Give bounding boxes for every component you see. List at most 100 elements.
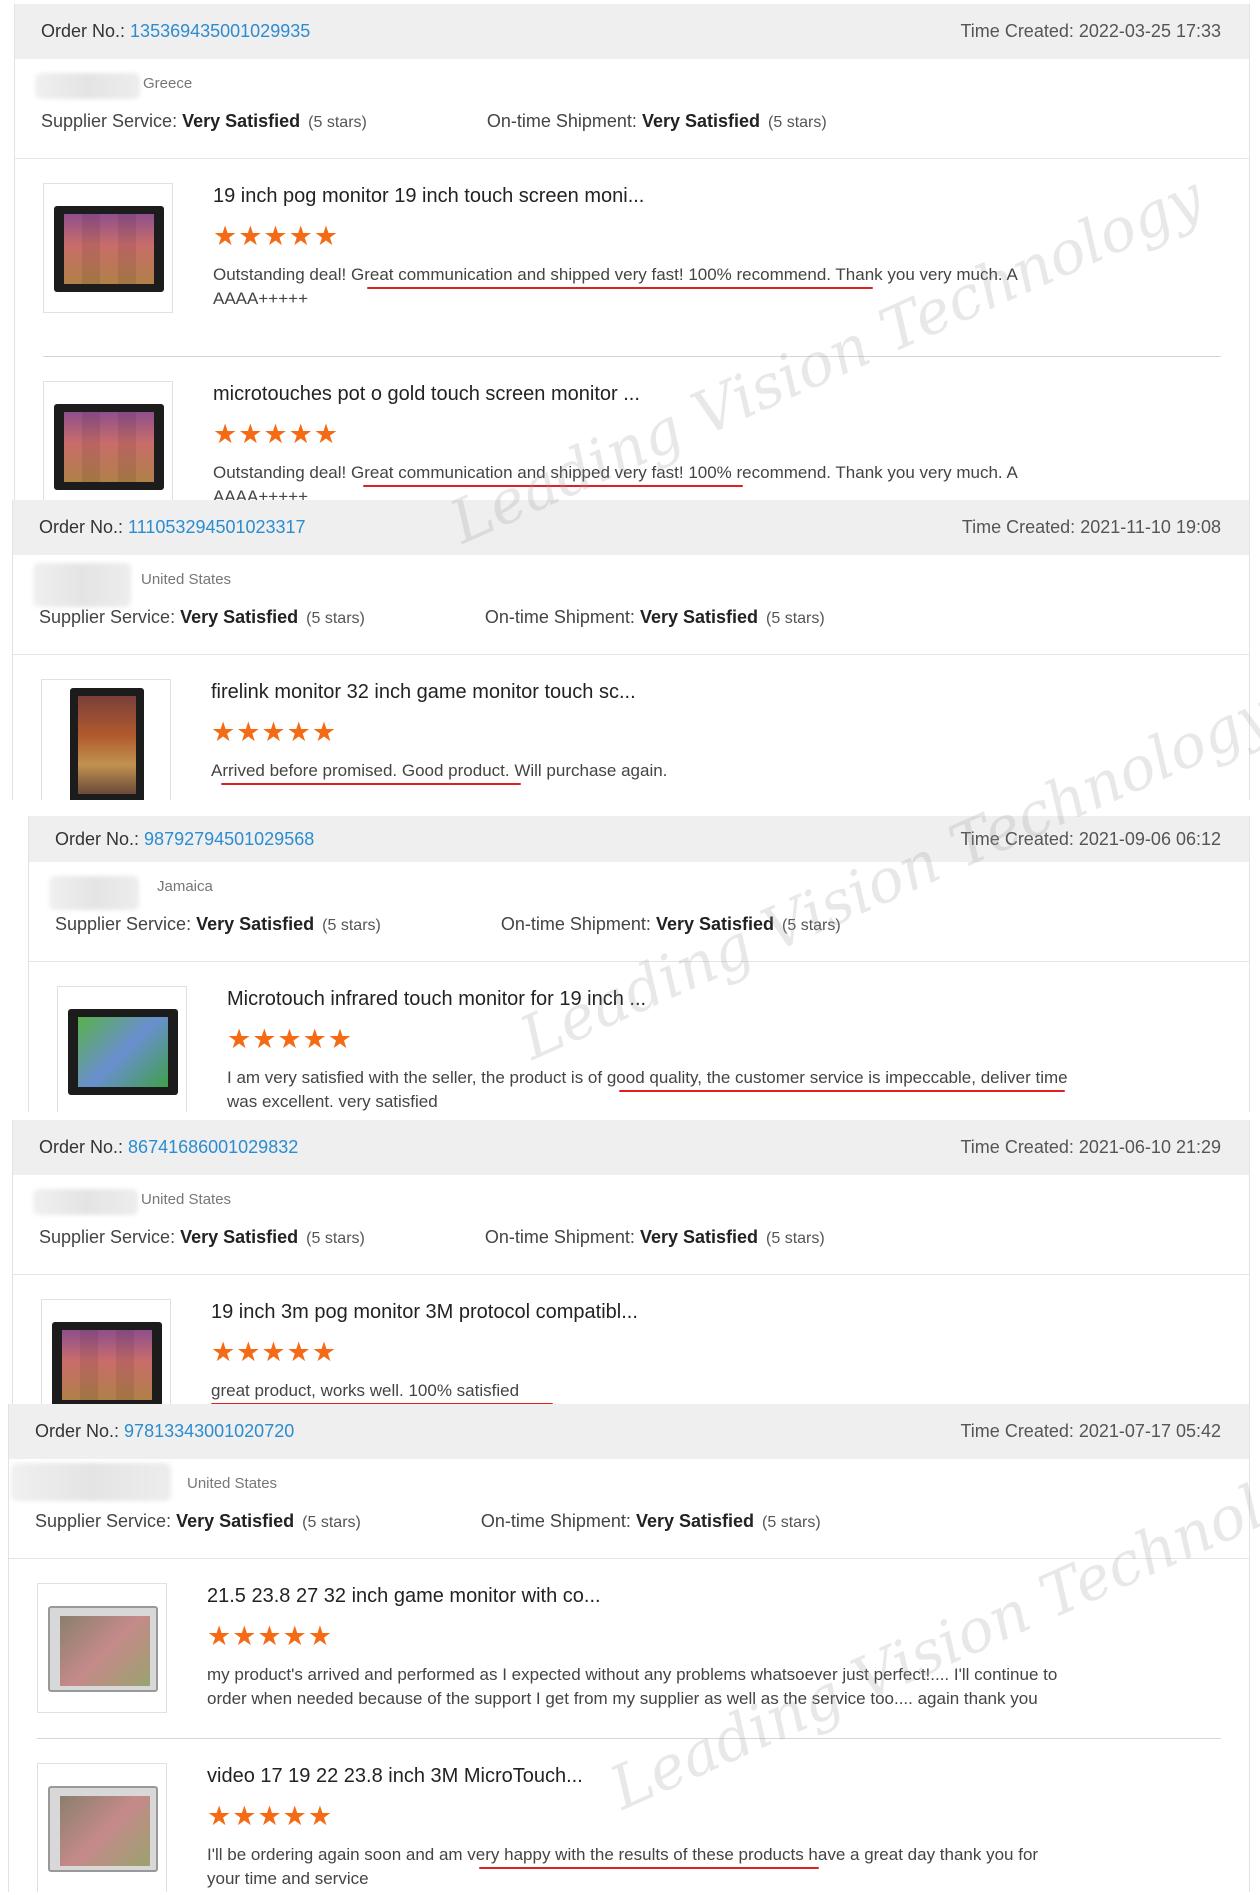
order-header: Order No.: 86741686001029832 Time Create… xyxy=(13,1120,1249,1175)
buyer-country: United States xyxy=(141,571,232,588)
supplier-service-rating: Very Satisfied xyxy=(182,111,301,131)
shipment-label: On-time Shipment: xyxy=(500,914,651,934)
supplier-stars-count: (5 stars) xyxy=(306,1230,365,1247)
order-header: Order No.: 97813343001020720 Time Create… xyxy=(9,1404,1249,1459)
buyer-info: United States Supplier Service: Very Sat… xyxy=(9,1459,1249,1559)
order-header: Order No.: 98792794501029568 Time Create… xyxy=(29,816,1249,862)
product-thumbnail[interactable] xyxy=(43,381,173,500)
order-number-link[interactable]: 98792794501029568 xyxy=(144,829,314,849)
order-no-label: Order No.: xyxy=(39,1137,124,1157)
order-card: Order No.: 98792794501029568 Time Create… xyxy=(28,816,1250,1112)
buyer-country: United States xyxy=(141,1191,232,1208)
product-review: firelink monitor 32 inch game monitor to… xyxy=(13,655,1249,800)
product-title[interactable]: microtouches pot o gold touch screen mon… xyxy=(213,383,640,406)
product-thumbnail[interactable] xyxy=(37,1583,167,1713)
rating-stars-icon: ★★★★★ xyxy=(211,717,338,747)
buyer-country: Jamaica xyxy=(157,878,213,895)
buyer-name-blurred xyxy=(33,1189,138,1215)
review-text: my product's arrived and performed as I … xyxy=(207,1665,1058,1708)
buyer-country: United States xyxy=(187,1475,278,1492)
buyer-name-blurred xyxy=(11,1463,171,1501)
time-created-value: 2021-06-10 21:29 xyxy=(1078,1137,1221,1157)
order-header: Order No.: 111053294501023317 Time Creat… xyxy=(13,500,1249,555)
supplier-service-label: Supplier Service: xyxy=(39,607,176,627)
buyer-name-blurred xyxy=(35,73,140,99)
ratings-row: Supplier Service: Very Satisfied (5 stars… xyxy=(55,914,841,935)
order-number-link[interactable]: 111053294501023317 xyxy=(128,517,306,537)
time-created-label: Time Created: xyxy=(961,517,1076,537)
buyer-info: United States Supplier Service: Very Sat… xyxy=(13,1175,1249,1275)
time-created-value: 2021-11-10 19:08 xyxy=(1080,517,1221,537)
order-number-link[interactable]: 86741686001029832 xyxy=(128,1137,298,1157)
product-title[interactable]: 19 inch pog monitor 19 inch touch screen… xyxy=(213,185,644,208)
order-card: Order No.: 97813343001020720 Time Create… xyxy=(8,1404,1250,1892)
product-title[interactable]: video 17 19 22 23.8 inch 3M MicroTouch..… xyxy=(207,1765,583,1788)
buyer-info: United States Supplier Service: Very Sat… xyxy=(13,555,1249,655)
product-thumbnail[interactable] xyxy=(41,1299,171,1404)
shipment-stars-count: (5 stars) xyxy=(766,1230,825,1247)
product-title[interactable]: Microtouch infrared touch monitor for 19… xyxy=(227,988,646,1011)
shipment-rating: Very Satisfied xyxy=(641,111,761,131)
ratings-row: Supplier Service: Very Satisfied (5 stars… xyxy=(41,111,827,132)
time-created-value: 2021-09-06 06:12 xyxy=(1078,828,1221,849)
buyer-info: Greece Supplier Service: Very Satisfied (… xyxy=(15,59,1249,159)
supplier-stars-count: (5 stars) xyxy=(306,610,365,627)
time-created-value: 2022-03-25 17:33 xyxy=(1078,21,1221,41)
product-title[interactable]: 21.5 23.8 27 32 inch game monitor with c… xyxy=(207,1585,601,1608)
supplier-service-label: Supplier Service: xyxy=(39,1227,176,1247)
rating-stars-icon: ★★★★★ xyxy=(207,1621,334,1651)
supplier-service-rating: Very Satisfied xyxy=(196,914,315,934)
time-created-value: 2021-07-17 05:42 xyxy=(1078,1421,1221,1441)
order-no-label: Order No.: xyxy=(55,828,140,849)
highlight-underline xyxy=(221,783,521,785)
time-created-label: Time Created: xyxy=(960,1137,1074,1157)
shipment-stars-count: (5 stars) xyxy=(766,610,825,627)
ratings-row: Supplier Service: Very Satisfied (5 stars… xyxy=(39,607,825,628)
product-title[interactable]: firelink monitor 32 inch game monitor to… xyxy=(211,681,636,704)
review-text: I am very satisfied with the seller, the… xyxy=(227,1068,1068,1111)
time-created-label: Time Created: xyxy=(960,1421,1074,1441)
product-review: 21.5 23.8 27 32 inch game monitor with c… xyxy=(9,1559,1249,1739)
supplier-service-label: Supplier Service: xyxy=(55,914,192,934)
product-review: 19 inch pog monitor 19 inch touch screen… xyxy=(15,159,1249,357)
supplier-service-rating: Very Satisfied xyxy=(176,1511,295,1531)
shipment-label: On-time Shipment: xyxy=(484,1227,635,1247)
highlight-underline xyxy=(363,485,743,487)
review-text: Arrived before promised. Good product. W… xyxy=(211,761,668,780)
shipment-rating: Very Satisfied xyxy=(639,1227,759,1247)
order-no-label: Order No.: xyxy=(39,517,124,537)
rating-stars-icon: ★★★★★ xyxy=(213,221,340,251)
supplier-stars-count: (5 stars) xyxy=(308,114,367,131)
product-thumbnail[interactable] xyxy=(57,986,187,1112)
product-title[interactable]: 19 inch 3m pog monitor 3M protocol compa… xyxy=(211,1301,638,1324)
rating-stars-icon: ★★★★★ xyxy=(213,419,340,449)
order-no-label: Order No.: xyxy=(41,21,126,41)
order-number-link[interactable]: 97813343001020720 xyxy=(124,1421,294,1441)
order-header: Order No.: 135369435001029935 Time Creat… xyxy=(15,4,1249,59)
order-card: Order No.: 135369435001029935 Time Creat… xyxy=(14,4,1250,500)
supplier-stars-count: (5 stars) xyxy=(302,1514,361,1531)
shipment-rating: Very Satisfied xyxy=(635,1511,755,1531)
product-review: microtouches pot o gold touch screen mon… xyxy=(15,357,1249,500)
product-review: Microtouch infrared touch monitor for 19… xyxy=(29,962,1249,1112)
buyer-info: Jamaica Supplier Service: Very Satisfied… xyxy=(29,862,1249,962)
shipment-label: On-time Shipment: xyxy=(486,111,637,131)
buyer-name-blurred xyxy=(33,563,131,607)
order-number-link[interactable]: 135369435001029935 xyxy=(130,21,310,41)
ratings-row: Supplier Service: Very Satisfied (5 stars… xyxy=(35,1511,821,1532)
rating-stars-icon: ★★★★★ xyxy=(207,1801,334,1831)
product-thumbnail[interactable] xyxy=(43,183,173,313)
supplier-service-label: Supplier Service: xyxy=(35,1511,172,1531)
supplier-service-rating: Very Satisfied xyxy=(180,1227,299,1247)
time-created-label: Time Created: xyxy=(960,828,1074,849)
product-review: video 17 19 22 23.8 inch 3M MicroTouch..… xyxy=(9,1739,1249,1892)
ratings-row: Supplier Service: Very Satisfied (5 stars… xyxy=(39,1227,825,1248)
shipment-label: On-time Shipment: xyxy=(480,1511,631,1531)
review-text: great product, works well. 100% satisfie… xyxy=(211,1381,520,1400)
highlight-underline xyxy=(619,1090,1065,1092)
rating-stars-icon: ★★★★★ xyxy=(211,1337,338,1367)
order-card: Order No.: 111053294501023317 Time Creat… xyxy=(12,500,1250,800)
shipment-stars-count: (5 stars) xyxy=(762,1514,821,1531)
product-thumbnail[interactable] xyxy=(41,679,171,800)
product-thumbnail[interactable] xyxy=(37,1763,167,1892)
